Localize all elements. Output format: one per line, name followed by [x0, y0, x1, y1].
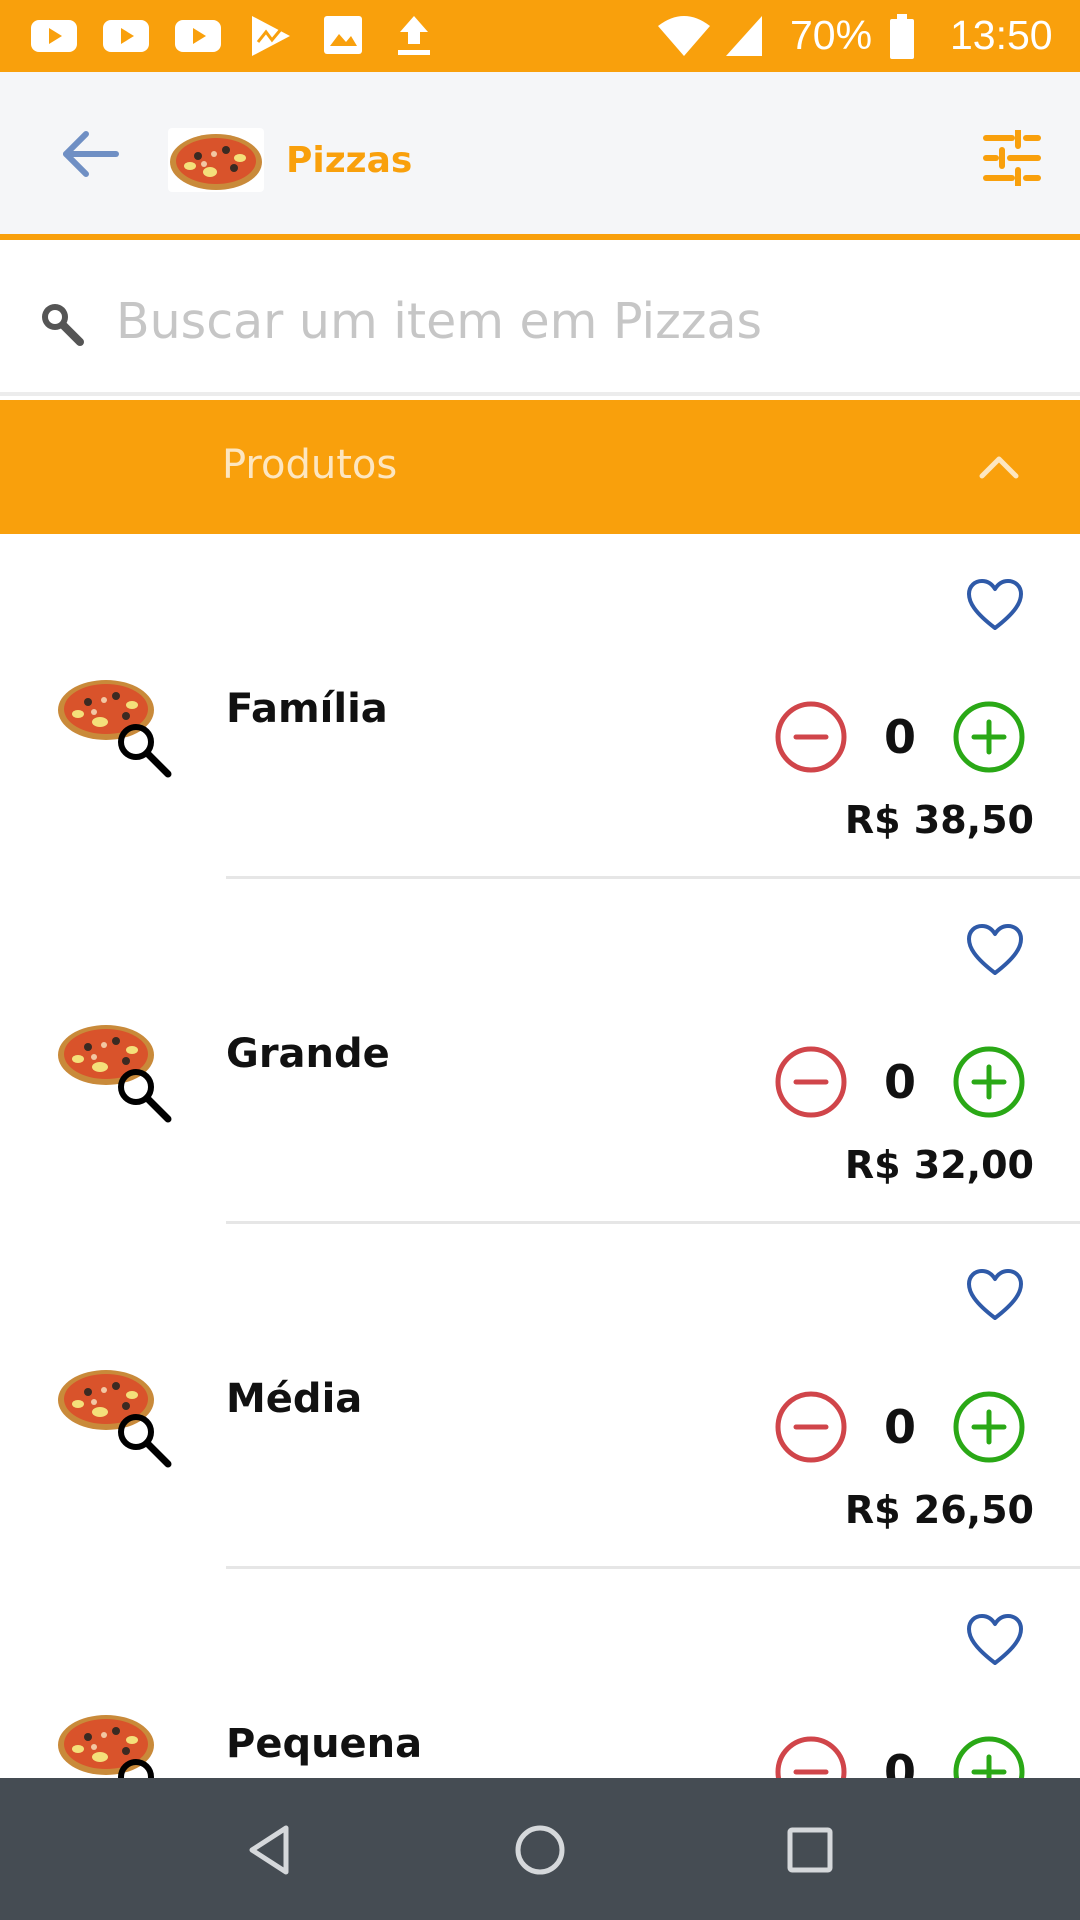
zoom-icon[interactable]: [112, 1408, 174, 1470]
quantity-value: 0: [883, 1745, 916, 1778]
sliders-icon[interactable]: [982, 130, 1042, 186]
minus-circle-icon[interactable]: [774, 1045, 848, 1119]
signal-icon: [726, 16, 762, 56]
chevron-up-icon[interactable]: [976, 444, 1022, 490]
search-bar: [0, 246, 1080, 396]
clock: 13:50: [950, 12, 1053, 58]
minus-circle-icon[interactable]: [774, 1390, 848, 1464]
search-input[interactable]: [116, 276, 1036, 366]
youtube-icon: [175, 20, 221, 52]
back-triangle-icon[interactable]: [242, 1820, 302, 1880]
heart-icon[interactable]: [966, 578, 1024, 632]
quantity-value: 0: [883, 1400, 916, 1454]
image-icon: [324, 16, 362, 54]
category-label: Produtos: [222, 442, 398, 488]
plus-circle-icon[interactable]: [952, 1735, 1026, 1778]
home-circle-icon[interactable]: [510, 1820, 570, 1880]
zoom-icon[interactable]: [112, 1753, 174, 1778]
heart-icon[interactable]: [966, 1268, 1024, 1322]
minus-circle-icon[interactable]: [774, 700, 848, 774]
app-bar: Pizzas: [0, 72, 1080, 240]
store-logo: [168, 128, 264, 192]
recents-square-icon[interactable]: [780, 1820, 840, 1880]
system-nav-bar: [0, 1778, 1080, 1920]
upload-icon: [398, 16, 430, 55]
page-title: Pizzas: [286, 140, 413, 181]
battery-percentage: 70%: [790, 12, 873, 58]
list-item-3: Pequena 0: [0, 1569, 1080, 1778]
product-name: Grande: [226, 1031, 390, 1077]
list-item-0: Família 0 R$ 38,50: [0, 534, 1080, 879]
youtube-icon: [31, 20, 77, 52]
wifi-icon: [658, 16, 710, 56]
battery-icon: [890, 14, 914, 59]
minus-circle-icon[interactable]: [774, 1735, 848, 1778]
zoom-icon[interactable]: [112, 718, 174, 780]
product-price: R$ 32,00: [844, 1143, 1034, 1187]
product-name: Família: [226, 686, 388, 732]
product-name: Pequena: [226, 1721, 423, 1767]
youtube-icon: [103, 20, 149, 52]
product-list: Família 0 R$ 38,50 Grande 0 R$ 32,00 Méd…: [0, 534, 1080, 1778]
list-item-2: Média 0 R$ 26,50: [0, 1224, 1080, 1569]
plus-circle-icon[interactable]: [952, 1045, 1026, 1119]
zoom-icon[interactable]: [112, 1063, 174, 1125]
heart-icon[interactable]: [966, 923, 1024, 977]
plus-circle-icon[interactable]: [952, 700, 1026, 774]
heart-icon[interactable]: [966, 1613, 1024, 1667]
product-name: Média: [226, 1376, 363, 1422]
product-price: R$ 26,50: [844, 1488, 1034, 1532]
quantity-value: 0: [883, 1055, 916, 1109]
search-icon: [42, 304, 84, 346]
arrow-left-icon[interactable]: [58, 128, 122, 180]
quantity-value: 0: [883, 710, 916, 764]
pizza-image: [170, 134, 262, 190]
category-header-produtos[interactable]: Produtos: [0, 400, 1080, 534]
product-price: R$ 38,50: [844, 798, 1034, 842]
list-item-1: Grande 0 R$ 32,00: [0, 879, 1080, 1224]
play-store-icon: [252, 16, 290, 56]
plus-circle-icon[interactable]: [952, 1390, 1026, 1464]
status-bar: 70% 13:50: [0, 0, 1080, 72]
